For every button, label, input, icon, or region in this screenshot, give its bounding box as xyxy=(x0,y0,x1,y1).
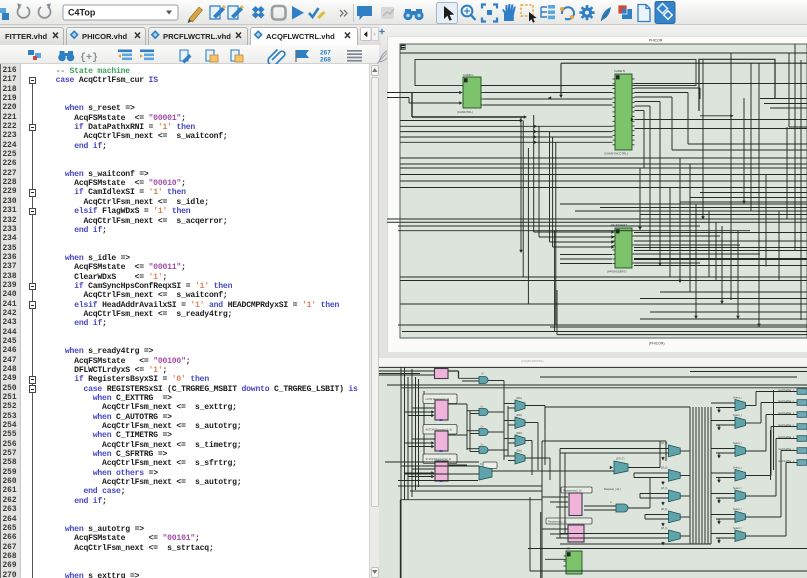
svg-text:PRCFLWCTRL.vhd: PRCFLWCTRL.vhd xyxy=(163,32,231,41)
svg-text:(ST.I.T): (ST.I.T) xyxy=(616,457,625,461)
svg-text:(CAMCTRL): (CAMCTRL) xyxy=(457,110,473,114)
svg-text:(M_b): (M_b) xyxy=(661,487,667,490)
svg-text:GetOneBar_x: GetOneBar_x xyxy=(778,447,795,451)
svg-text:(2hb): (2hb) xyxy=(516,414,522,417)
svg-text:CAMETc: CAMETc xyxy=(614,69,626,73)
svg-text:FITTER.vhd: FITTER.vhd xyxy=(5,32,48,41)
svg-text:I1b: I1b xyxy=(480,425,484,428)
svg-text:268: 268 xyxy=(320,57,331,64)
svg-text:C4Top: C4Top xyxy=(68,8,96,18)
svg-text:Select_t: Select_t xyxy=(733,487,742,490)
svg-text:I1b: I1b xyxy=(480,405,484,408)
svg-text:GetOneBar_x: GetOneBar_x xyxy=(778,399,795,403)
svg-text:GetOneBar_x: GetOneBar_x xyxy=(778,423,795,427)
svg-text:(M_b): (M_b) xyxy=(661,508,667,511)
svg-text:(M_b): (M_b) xyxy=(661,467,667,470)
svg-text:GetOneBar_x: GetOneBar_x xyxy=(778,411,795,415)
svg-text:(PHICOR): (PHICOR) xyxy=(649,342,664,346)
svg-text:(2hb): (2hb) xyxy=(516,432,522,435)
svg-text:(CAMSYNCCTRL): (CAMSYNCCTRL) xyxy=(604,152,628,156)
svg-text:Select_t: Select_t xyxy=(733,442,742,445)
svg-text:Select_t: Select_t xyxy=(733,508,742,511)
svg-text:PHICOR.vhd: PHICOR.vhd xyxy=(82,32,128,41)
svg-text:GetOneBar_x: GetOneBar_x xyxy=(778,388,795,392)
svg-text:(ACQFLWCTRL): (ACQFLWCTRL) xyxy=(521,359,543,363)
svg-text:(M_b): (M_b) xyxy=(661,527,667,530)
svg-text:Select_t: Select_t xyxy=(733,466,742,469)
svg-text:Select_t: Select_t xyxy=(733,527,742,530)
svg-text:Select_t: Select_t xyxy=(733,396,742,399)
svg-text:Select_t: Select_t xyxy=(733,414,742,417)
svg-text:PHICOR: PHICOR xyxy=(649,39,663,43)
svg-text:Registers(x2..0): Registers(x2..0) xyxy=(563,488,581,492)
svg-text:{+}: {+} xyxy=(80,52,98,64)
svg-text:GetOneBar_x: GetOneBar_x xyxy=(778,435,795,439)
svg-text:I1b: I1b xyxy=(480,443,484,446)
svg-text:Registers(x2..0): Registers(x2..0) xyxy=(548,519,566,523)
svg-text:(2hb): (2hb) xyxy=(516,397,522,400)
svg-text:267: 267 xyxy=(320,50,331,57)
svg-text:GetOneBar_x: GetOneBar_x xyxy=(778,459,795,463)
svg-text:(HPSASSERT): (HPSASSERT) xyxy=(607,270,626,274)
svg-text:CAMIFc: CAMIFc xyxy=(463,73,474,77)
svg-text:(2hb): (2hb) xyxy=(516,449,522,452)
svg-text:ACQFLWCTRL.vhd: ACQFLWCTRL.vhd xyxy=(266,32,335,41)
svg-text:(M_b): (M_b) xyxy=(661,442,667,445)
svg-text:Request_int(.): Request_int(.) xyxy=(604,487,621,491)
